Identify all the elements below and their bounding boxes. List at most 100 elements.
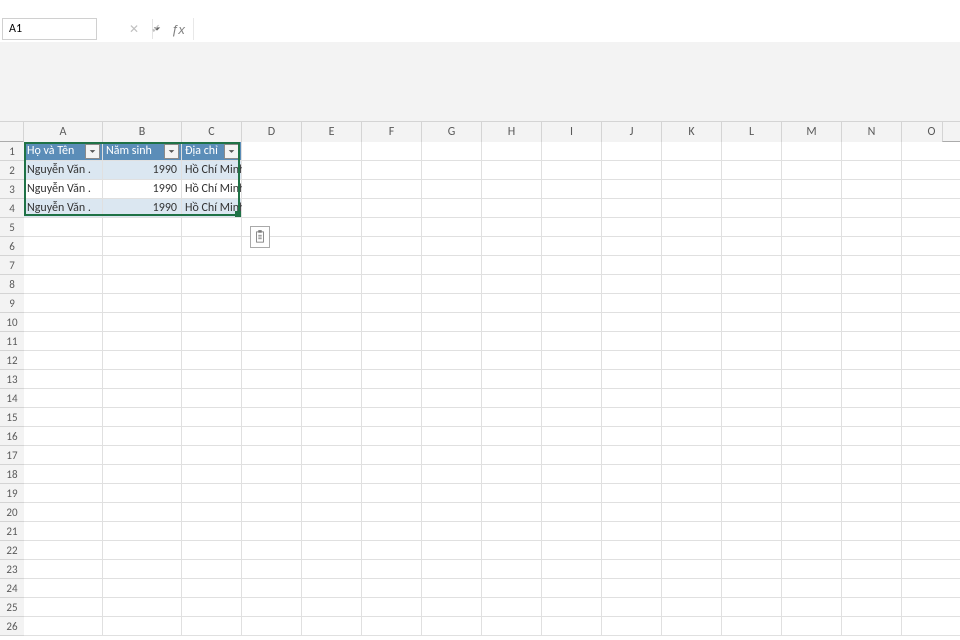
cell-E3[interactable]	[302, 180, 362, 199]
row-header-13[interactable]: 13	[0, 370, 24, 389]
cell-L1[interactable]	[722, 142, 782, 161]
cell-D1[interactable]	[242, 142, 302, 161]
cell-J17[interactable]	[602, 446, 662, 465]
cell-J7[interactable]	[602, 256, 662, 275]
cell-M23[interactable]	[782, 560, 842, 579]
cell-B2[interactable]: 1990	[103, 161, 182, 180]
cell-C21[interactable]	[182, 522, 242, 541]
cell-L12[interactable]	[722, 351, 782, 370]
cell-L11[interactable]	[722, 332, 782, 351]
row-header-14[interactable]: 14	[0, 389, 24, 408]
cell-N13[interactable]	[842, 370, 902, 389]
cell-J11[interactable]	[602, 332, 662, 351]
cell-A20[interactable]	[24, 503, 103, 522]
cell-H4[interactable]	[482, 199, 542, 218]
cell-C20[interactable]	[182, 503, 242, 522]
row-header-22[interactable]: 22	[0, 541, 24, 560]
cell-C5[interactable]	[182, 218, 242, 237]
row-header-19[interactable]: 19	[0, 484, 24, 503]
cell-H2[interactable]	[482, 161, 542, 180]
cell-M11[interactable]	[782, 332, 842, 351]
cell-A18[interactable]	[24, 465, 103, 484]
column-header-M[interactable]: M	[782, 122, 842, 142]
row-header-24[interactable]: 24	[0, 579, 24, 598]
cell-M6[interactable]	[782, 237, 842, 256]
cell-E9[interactable]	[302, 294, 362, 313]
cell-C25[interactable]	[182, 598, 242, 617]
cell-K7[interactable]	[662, 256, 722, 275]
cell-G12[interactable]	[422, 351, 482, 370]
cell-I3[interactable]	[542, 180, 602, 199]
cell-C17[interactable]	[182, 446, 242, 465]
cell-H18[interactable]	[482, 465, 542, 484]
cell-J25[interactable]	[602, 598, 662, 617]
cell-E23[interactable]	[302, 560, 362, 579]
cell-J19[interactable]	[602, 484, 662, 503]
cell-E22[interactable]	[302, 541, 362, 560]
cell-C19[interactable]	[182, 484, 242, 503]
cell-O15[interactable]	[902, 408, 960, 427]
cell-D11[interactable]	[242, 332, 302, 351]
cell-F23[interactable]	[362, 560, 422, 579]
row-header-23[interactable]: 23	[0, 560, 24, 579]
cell-E13[interactable]	[302, 370, 362, 389]
column-header-C[interactable]: C	[182, 122, 242, 142]
cell-M5[interactable]	[782, 218, 842, 237]
cell-D26[interactable]	[242, 617, 302, 636]
cell-K25[interactable]	[662, 598, 722, 617]
cell-O5[interactable]	[902, 218, 960, 237]
cell-M21[interactable]	[782, 522, 842, 541]
cell-I25[interactable]	[542, 598, 602, 617]
cell-E15[interactable]	[302, 408, 362, 427]
cell-B19[interactable]	[103, 484, 182, 503]
cell-G11[interactable]	[422, 332, 482, 351]
cell-O1[interactable]	[902, 142, 960, 161]
cell-L21[interactable]	[722, 522, 782, 541]
cell-E4[interactable]	[302, 199, 362, 218]
cell-G8[interactable]	[422, 275, 482, 294]
cell-C1[interactable]: Địa chỉ	[182, 142, 242, 161]
cell-B17[interactable]	[103, 446, 182, 465]
row-header-12[interactable]: 12	[0, 351, 24, 370]
column-header-G[interactable]: G	[422, 122, 482, 142]
cell-E26[interactable]	[302, 617, 362, 636]
row-header-18[interactable]: 18	[0, 465, 24, 484]
cell-A14[interactable]	[24, 389, 103, 408]
cell-L15[interactable]	[722, 408, 782, 427]
cell-B16[interactable]	[103, 427, 182, 446]
cell-H8[interactable]	[482, 275, 542, 294]
cell-G22[interactable]	[422, 541, 482, 560]
row-header-1[interactable]: 1	[0, 142, 24, 161]
cell-A10[interactable]	[24, 313, 103, 332]
filter-button[interactable]	[224, 144, 239, 159]
cell-I11[interactable]	[542, 332, 602, 351]
cell-D10[interactable]	[242, 313, 302, 332]
cell-L25[interactable]	[722, 598, 782, 617]
cell-O25[interactable]	[902, 598, 960, 617]
cell-O6[interactable]	[902, 237, 960, 256]
cell-O23[interactable]	[902, 560, 960, 579]
cell-L13[interactable]	[722, 370, 782, 389]
cell-M10[interactable]	[782, 313, 842, 332]
cell-B26[interactable]	[103, 617, 182, 636]
cell-E19[interactable]	[302, 484, 362, 503]
cell-H17[interactable]	[482, 446, 542, 465]
cell-C16[interactable]	[182, 427, 242, 446]
cell-L18[interactable]	[722, 465, 782, 484]
cell-O22[interactable]	[902, 541, 960, 560]
cell-F18[interactable]	[362, 465, 422, 484]
cell-L14[interactable]	[722, 389, 782, 408]
cell-H23[interactable]	[482, 560, 542, 579]
cell-G10[interactable]	[422, 313, 482, 332]
cell-K17[interactable]	[662, 446, 722, 465]
cell-D15[interactable]	[242, 408, 302, 427]
row-header-6[interactable]: 6	[0, 237, 24, 256]
cell-B25[interactable]	[103, 598, 182, 617]
cell-M20[interactable]	[782, 503, 842, 522]
cell-C3[interactable]: Hồ Chí Minh	[182, 180, 242, 199]
cell-N26[interactable]	[842, 617, 902, 636]
cell-G23[interactable]	[422, 560, 482, 579]
cell-E18[interactable]	[302, 465, 362, 484]
cell-H3[interactable]	[482, 180, 542, 199]
cell-N16[interactable]	[842, 427, 902, 446]
